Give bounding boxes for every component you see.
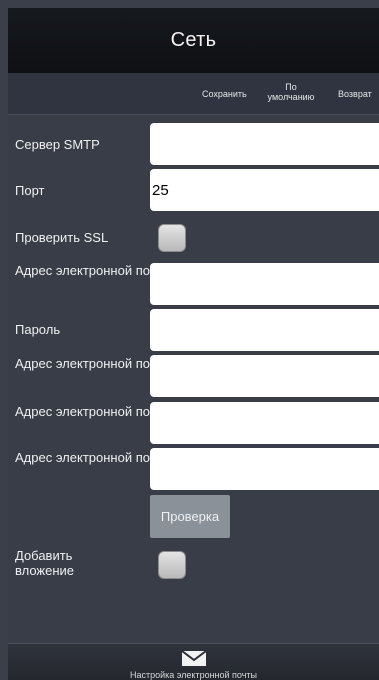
email-settings-tab[interactable]: Настройка электронной почты xyxy=(8,644,379,680)
title-bar: Сеть xyxy=(8,8,379,73)
password-label: Пароль xyxy=(15,322,61,337)
password-input[interactable] xyxy=(150,309,379,351)
test-button[interactable]: Проверка xyxy=(150,495,230,538)
check-ssl-label: Проверить SSL xyxy=(15,230,109,245)
page-title: Сеть xyxy=(170,29,217,51)
port-input[interactable] xyxy=(150,169,379,211)
recipient-email-input-1[interactable] xyxy=(150,355,379,397)
mail-icon xyxy=(181,650,207,666)
bottom-tab-bar: Настройка электронной почты xyxy=(8,643,379,680)
port-label: Порт xyxy=(15,183,45,198)
add-attachment-label: Добавить вложение xyxy=(15,548,75,578)
add-attachment-checkbox[interactable] xyxy=(158,551,186,579)
settings-form: Сервер SMTP Порт Проверить SSL Адрес эле… xyxy=(8,115,379,643)
sender-email-input[interactable] xyxy=(150,263,379,305)
action-bar: Сохранить По умолчанию Возврат xyxy=(8,73,379,115)
email-settings-screen: Сеть Сохранить По умолчанию Возврат Серв… xyxy=(0,0,379,680)
recipient-email-input-2[interactable] xyxy=(150,402,379,444)
smtp-server-input[interactable] xyxy=(150,123,379,165)
default-button[interactable]: По умолчанию xyxy=(264,82,318,102)
save-button[interactable]: Сохранить xyxy=(202,89,247,99)
check-ssl-checkbox[interactable] xyxy=(158,224,186,252)
smtp-server-label: Сервер SMTP xyxy=(15,137,100,152)
recipient-email-input-3[interactable] xyxy=(150,448,379,490)
back-button[interactable]: Возврат xyxy=(338,89,372,99)
tab-caption: Настройка электронной почты xyxy=(129,670,258,680)
